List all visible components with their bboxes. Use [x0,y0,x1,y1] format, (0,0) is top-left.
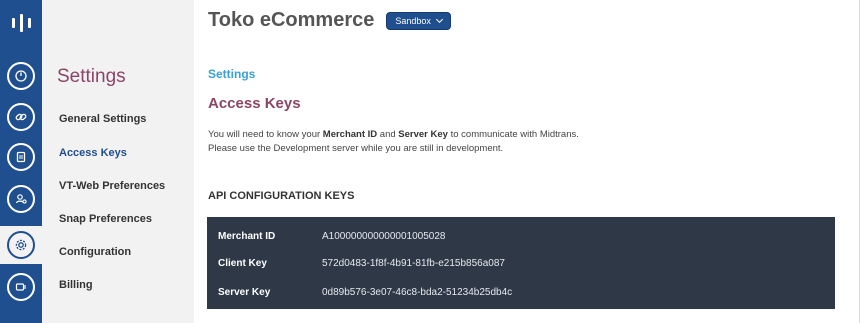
settings-subnav: Settings General Settings Access Keys VT… [42,0,194,323]
server-key-value[interactable]: 0d89b576-3e07-46c8-bda2-51234b25db4c [322,287,512,298]
users-icon[interactable] [7,185,35,213]
api-keys-panel: Merchant ID A100000000000001005028 Clien… [207,217,835,309]
settings-gear-icon[interactable] [7,231,35,259]
desc-text-line2: Please use the Development server while … [208,143,504,154]
desc-text: to communicate with Midtrans. [447,129,579,140]
window-edge [859,0,860,323]
subnav-item-access-keys[interactable]: Access Keys [59,147,127,159]
subnav-item-vt-web-preferences[interactable]: VT-Web Preferences [59,180,165,192]
merchant-title: Toko eCommerce [208,9,375,31]
desc-server-key-term: Server Key [398,129,448,140]
key-row-client-key: Client Key 572d0483-1f8f-4b91-81fb-e215b… [207,248,835,278]
access-keys-description: You will need to know your Merchant ID a… [208,128,808,156]
merchant-id-value[interactable]: A100000000000001005028 [322,231,445,242]
breadcrumb[interactable]: Settings [208,67,255,81]
settings-active-indicator [0,226,42,264]
desc-text: and [377,129,399,140]
payment-icon[interactable] [7,273,35,301]
icon-rail [0,0,42,323]
api-config-heading: API CONFIGURATION KEYS [208,190,355,202]
key-label: Merchant ID [218,230,276,242]
link-icon[interactable] [7,103,35,131]
chevron-down-icon [435,15,443,23]
subnav-heading: Settings [57,66,126,87]
subnav-item-configuration[interactable]: Configuration [59,246,131,258]
key-row-merchant-id: Merchant ID A100000000000001005028 [207,221,835,251]
key-label: Client Key [218,257,267,269]
desc-text: You will need to know your [208,129,323,140]
subnav-item-snap-preferences[interactable]: Snap Preferences [59,213,152,225]
subnav-item-billing[interactable]: Billing [59,279,93,291]
environment-label: Sandbox [395,15,431,26]
page-title: Access Keys [208,95,301,112]
document-icon[interactable] [7,143,35,171]
environment-dropdown[interactable]: Sandbox [386,11,451,30]
dashboard-gauge-icon[interactable] [7,62,35,90]
key-label: Server Key [218,286,271,298]
logo-icon[interactable] [0,0,42,46]
main-content: Toko eCommerce Sandbox Settings Access K… [194,0,861,323]
key-row-server-key: Server Key 0d89b576-3e07-46c8-bda2-51234… [207,277,835,307]
header: Toko eCommerce Sandbox [208,9,451,32]
client-key-value[interactable]: 572d0483-1f8f-4b91-81fb-e215b856a087 [322,258,505,269]
desc-merchant-id-term: Merchant ID [322,129,378,140]
subnav-item-general-settings[interactable]: General Settings [59,113,146,125]
